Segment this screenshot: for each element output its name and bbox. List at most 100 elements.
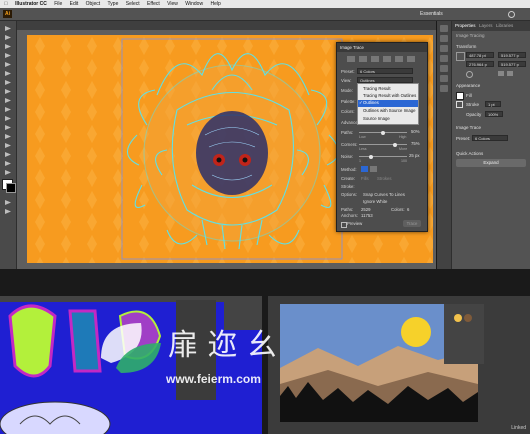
panel-dock [437, 21, 451, 269]
type-tool-icon[interactable] [3, 61, 13, 68]
noise-slider-knob[interactable] [369, 154, 373, 159]
symbols-panel-icon[interactable] [440, 55, 448, 62]
width-tool-icon[interactable] [3, 133, 13, 140]
ignore-white-checkbox[interactable]: Ignore White [363, 199, 387, 204]
shape-builder-tool-icon[interactable] [3, 142, 13, 149]
appearance-section-title: Appearance [456, 83, 481, 88]
leaf-logo-icon [101, 323, 161, 373]
pencil-tool-icon[interactable] [3, 97, 13, 104]
view-option-outlines-source[interactable]: Outlines with Source Image [363, 108, 416, 113]
paths-slider-knob[interactable] [381, 130, 385, 135]
pen-tool-icon[interactable] [3, 43, 13, 50]
divider-strip [0, 270, 530, 296]
color-panel-icon[interactable] [440, 25, 448, 32]
preset-label: Preset: [341, 69, 355, 74]
line-tool-icon[interactable] [3, 70, 13, 77]
high-color-icon[interactable] [359, 56, 367, 62]
stroke-panel-icon[interactable] [440, 65, 448, 72]
app-name-menu[interactable]: Illustrator CC [15, 0, 47, 8]
view-option-outlines-label: Outlines [363, 100, 379, 105]
stroke-color-swatch[interactable] [456, 101, 463, 108]
zoom-tool-icon[interactable] [3, 169, 13, 176]
gradient-panel-icon[interactable] [440, 75, 448, 82]
screen-mode-icon[interactable] [3, 199, 13, 206]
outline-icon[interactable] [407, 56, 415, 62]
corners-slider-knob[interactable] [393, 142, 397, 147]
paths-slider[interactable] [359, 130, 407, 135]
noise-value[interactable]: 25 px [409, 153, 420, 158]
abutting-method-icon[interactable] [361, 166, 368, 172]
apple-icon[interactable]:  [4, 0, 8, 8]
menu-help[interactable]: Help [210, 0, 220, 8]
stroke-weight-field[interactable]: 1 pt [485, 101, 501, 107]
direct-selection-tool-icon[interactable] [3, 34, 13, 41]
grayscale-icon[interactable] [383, 56, 391, 62]
fills-checkbox[interactable]: Fills [361, 176, 369, 181]
hand-tool-icon[interactable] [3, 160, 13, 167]
expand-button[interactable]: Expand [456, 159, 526, 167]
workspace-switcher[interactable]: Essentials [420, 8, 443, 20]
rectangle-tool-icon[interactable] [3, 79, 13, 86]
corners-value[interactable]: 75% [411, 141, 420, 146]
tab-layers[interactable]: Layers [479, 23, 493, 28]
image-trace-panel-header[interactable]: Image Trace [337, 43, 427, 52]
view-option-tracing-result-outlines[interactable]: Tracing Result with Outlines [363, 93, 416, 98]
rotate-icon[interactable] [466, 71, 473, 78]
y-field[interactable]: 276.964 p [466, 61, 494, 67]
reference-point-icon[interactable] [456, 52, 465, 61]
x-field[interactable]: 487.78 pt [466, 52, 494, 58]
document-tab-bar[interactable] [17, 21, 436, 30]
menu-object[interactable]: Object [86, 0, 100, 8]
rotate-tool-icon[interactable] [3, 115, 13, 122]
paths-count-label: Paths: [341, 207, 354, 212]
options-label: Options: [341, 192, 358, 197]
black-white-icon[interactable] [395, 56, 403, 62]
linkedin-badge: Linked [511, 425, 526, 431]
tab-libraries[interactable]: Libraries [496, 23, 513, 28]
noise-slider[interactable] [359, 154, 407, 159]
tab-properties[interactable]: Properties [455, 23, 476, 28]
properties-panel: Properties Layers Libraries Image Tracin… [451, 21, 530, 269]
brushes-panel-icon[interactable] [440, 45, 448, 52]
menu-edit[interactable]: Edit [70, 0, 79, 8]
w-field[interactable]: 519.577 p [498, 52, 526, 58]
paths-value[interactable]: 50% [411, 129, 420, 134]
swatches-panel-icon[interactable] [440, 35, 448, 42]
menu-effect[interactable]: Effect [147, 0, 160, 8]
low-color-icon[interactable] [371, 56, 379, 62]
trace-button[interactable]: Trace [403, 220, 421, 227]
selection-tool-icon[interactable] [3, 25, 13, 32]
view-option-outlines[interactable]: ✓ Outlines [358, 100, 418, 107]
scale-tool-icon[interactable] [3, 124, 13, 131]
search-icon[interactable] [508, 11, 515, 18]
overlapping-method-icon[interactable] [370, 166, 377, 172]
paintbrush-tool-icon[interactable] [3, 88, 13, 95]
menu-type[interactable]: Type [108, 0, 119, 8]
preset-select[interactable]: 6 Colors [357, 68, 413, 74]
corners-slider[interactable] [359, 142, 407, 147]
stroke-swatch[interactable] [6, 183, 16, 193]
strokes-checkbox[interactable]: Strokes [377, 176, 392, 181]
transparency-panel-icon[interactable] [440, 85, 448, 92]
menu-select[interactable]: Select [126, 0, 140, 8]
view-option-tracing-result[interactable]: Tracing Result [363, 86, 391, 91]
preset-select[interactable]: 6 Colors [472, 135, 508, 141]
menu-window[interactable]: Window [185, 0, 203, 8]
fill-color-swatch[interactable] [456, 92, 464, 100]
paths-low-label: Low [359, 135, 366, 139]
auto-color-icon[interactable] [347, 56, 355, 62]
menu-view[interactable]: View [167, 0, 178, 8]
curvature-tool-icon[interactable] [3, 52, 13, 59]
h-field[interactable]: 519.577 p [498, 61, 526, 67]
flip-vertical-icon[interactable] [507, 71, 513, 76]
eyedropper-tool-icon[interactable] [3, 151, 13, 158]
method-label: Method: [341, 167, 357, 172]
menu-file[interactable]: File [54, 0, 62, 8]
flip-horizontal-icon[interactable] [498, 71, 504, 76]
edit-toolbar-icon[interactable] [3, 208, 13, 215]
opacity-field[interactable]: 100% [485, 111, 503, 117]
snap-curves-checkbox[interactable]: Snap Curves To Lines [363, 192, 405, 197]
view-option-source-image[interactable]: Source Image [363, 116, 390, 121]
eraser-tool-icon[interactable] [3, 106, 13, 113]
paths-count: 2529 [361, 207, 371, 212]
